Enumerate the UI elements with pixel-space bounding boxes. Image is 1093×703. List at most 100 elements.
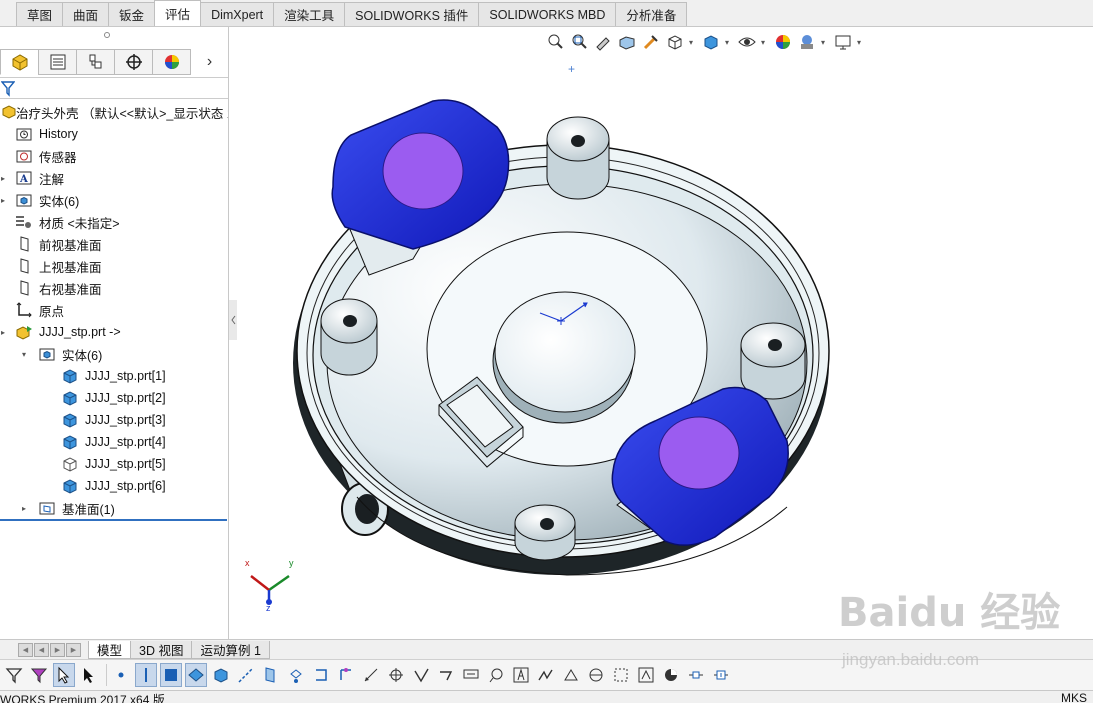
tab-motion-study[interactable]: 运动算例 1 xyxy=(191,640,270,659)
chevron-down-icon[interactable]: ▾ xyxy=(689,38,697,47)
filter-axes-button[interactable] xyxy=(235,663,257,687)
tab-3d-views[interactable]: 3D 视图 xyxy=(130,640,193,659)
tree-item-top-plane[interactable]: 上视基准面 xyxy=(0,255,228,277)
chevron-down-icon[interactable]: ▾ xyxy=(725,38,733,47)
tab-render-tools[interactable]: 渲染工具 xyxy=(273,2,346,26)
filter-sketch-segments-button[interactable] xyxy=(310,663,332,687)
tab-solidworks-mbd[interactable]: SOLIDWORKS MBD xyxy=(478,2,617,26)
tree-item-body-3[interactable]: JJJJ_stp.prt[3] xyxy=(0,409,228,431)
filter-midpoints-button[interactable] xyxy=(335,663,357,687)
tab-evaluate[interactable]: 评估 xyxy=(154,0,202,26)
filter-solid-bodies-button[interactable] xyxy=(185,663,207,687)
filter-connection-points-button[interactable] xyxy=(685,663,707,687)
tab-sketch[interactable]: 草图 xyxy=(16,2,64,26)
dynamic-annotation-button[interactable] xyxy=(641,32,661,52)
filter-weld-symbols-button[interactable] xyxy=(535,663,557,687)
tab-solidworks-addins[interactable]: SOLIDWORKS 插件 xyxy=(344,2,480,26)
select-button[interactable] xyxy=(53,663,75,687)
tree-root-part[interactable]: 治疗头外壳 （默认<<默认>_显示状态 1 xyxy=(0,101,228,123)
filter-faces-button[interactable] xyxy=(160,663,182,687)
tab-analysis-prep[interactable]: 分析准备 xyxy=(615,2,688,26)
tab-scroll-buttons: ◀ ◀ ▶ ▶ xyxy=(18,642,82,657)
panel-resize-handle[interactable] xyxy=(229,300,237,340)
configuration-manager-tab[interactable] xyxy=(76,49,116,75)
expand-arrow-icon[interactable]: ▸ xyxy=(0,173,8,183)
filter-datum-features-button[interactable] xyxy=(560,663,582,687)
tree-item-body-4[interactable]: JJJJ_stp.prt[4] xyxy=(0,431,228,453)
filter-notes-button[interactable] xyxy=(460,663,482,687)
chevron-right-icon[interactable]: › xyxy=(190,49,228,75)
tree-item-body-6[interactable]: JJJJ_stp.prt[6] xyxy=(0,475,228,497)
filter-geometric-tolerance-button[interactable] xyxy=(435,663,457,687)
filter-sketch-points-button[interactable] xyxy=(285,663,307,687)
prev-tab-icon[interactable]: ◀ xyxy=(34,642,49,657)
property-manager-tab[interactable] xyxy=(38,49,78,75)
tree-item-imported-part[interactable]: ▸ JJJJ_stp.prt -> xyxy=(0,321,228,343)
toggle-filter-button[interactable] xyxy=(28,663,50,687)
filter-text-button[interactable] xyxy=(510,663,532,687)
view-settings-button[interactable] xyxy=(833,32,853,52)
filter-blocks-button[interactable] xyxy=(635,663,657,687)
filter-cosmetic-threads-button[interactable] xyxy=(610,663,632,687)
apply-scene-button[interactable] xyxy=(797,32,817,52)
last-tab-icon[interactable]: ▶ xyxy=(66,642,81,657)
rollback-bar[interactable] xyxy=(0,519,227,521)
tree-item-part-bodies[interactable]: ▾ 实体(6) xyxy=(0,343,228,365)
edit-appearance-button[interactable] xyxy=(773,32,793,52)
tab-surfaces[interactable]: 曲面 xyxy=(62,2,110,26)
next-tab-icon[interactable]: ▶ xyxy=(50,642,65,657)
expand-arrow-icon[interactable]: ▸ xyxy=(0,195,8,205)
previous-view-button[interactable] xyxy=(593,32,613,52)
tree-item-sensors[interactable]: 传感器 xyxy=(0,145,228,167)
select-arrow-dropdown[interactable] xyxy=(78,663,100,687)
tree-item-origin[interactable]: 原点 xyxy=(0,299,228,321)
dimxpert-manager-tab[interactable] xyxy=(114,49,154,75)
chevron-down-icon[interactable]: ▾ xyxy=(821,38,829,47)
filter-edges-button[interactable] xyxy=(135,663,157,687)
feature-manager-tab[interactable] xyxy=(0,49,40,75)
collapse-arrow-icon[interactable]: ▾ xyxy=(19,349,29,359)
tree-item-body-2[interactable]: JJJJ_stp.prt[2] xyxy=(0,387,228,409)
zoom-to-fit-button[interactable] xyxy=(545,32,565,52)
filter-dimensions-button[interactable] xyxy=(360,663,382,687)
graphics-area[interactable]: x y z xyxy=(237,27,1093,639)
tree-item-material[interactable]: 材质 <未指定> xyxy=(0,211,228,233)
filter-datum-targets-button[interactable] xyxy=(585,663,607,687)
filter-planes-button[interactable] xyxy=(260,663,282,687)
tree-item-body-5[interactable]: JJJJ_stp.prt[5] xyxy=(0,453,228,475)
expand-arrow-icon[interactable]: ▸ xyxy=(19,503,29,513)
view-orientation-button[interactable] xyxy=(665,32,685,52)
tree-item-history[interactable]: History xyxy=(0,123,228,145)
filter-balloons-button[interactable] xyxy=(485,663,507,687)
tree-filter-row[interactable] xyxy=(0,77,228,99)
tree-item-solid-bodies[interactable]: ▸ 实体(6) xyxy=(0,189,228,211)
expand-arrow-icon[interactable]: ▸ xyxy=(0,327,8,337)
filter-mate-references-button[interactable] xyxy=(710,663,732,687)
selection-filter-button[interactable] xyxy=(3,663,25,687)
status-units[interactable]: MKS xyxy=(1061,691,1087,703)
filter-center-marks-button[interactable] xyxy=(385,663,407,687)
3d-model-view[interactable] xyxy=(237,27,1093,639)
tree-item-annotations[interactable]: ▸ A 注解 xyxy=(0,167,228,189)
filter-surface-finish-button[interactable] xyxy=(410,663,432,687)
display-manager-tab[interactable] xyxy=(152,49,192,75)
display-style-button[interactable] xyxy=(701,32,721,52)
tab-model[interactable]: 模型 xyxy=(88,640,132,659)
chevron-down-icon[interactable]: ▾ xyxy=(761,38,769,47)
chevron-down-icon[interactable]: ▾ xyxy=(857,38,865,47)
zoom-to-area-button[interactable] xyxy=(569,32,589,52)
tree-item-right-plane[interactable]: 右视基准面 xyxy=(0,277,228,299)
panel-splitter-handle[interactable] xyxy=(104,32,110,38)
first-tab-icon[interactable]: ◀ xyxy=(18,642,33,657)
tree-item-front-plane[interactable]: 前视基准面 xyxy=(0,233,228,255)
tab-sheet-metal[interactable]: 钣金 xyxy=(108,2,156,26)
filter-routing-points-button[interactable] xyxy=(660,663,682,687)
filter-bodies-button[interactable] xyxy=(210,663,232,687)
tab-dimxpert[interactable]: DimXpert xyxy=(200,2,275,26)
hide-show-items-button[interactable] xyxy=(737,32,757,52)
tree-item-datum-planes[interactable]: ▸ 基准面(1) xyxy=(0,497,228,519)
section-view-button[interactable] xyxy=(617,32,637,52)
filter-vertices-button[interactable] xyxy=(110,663,132,687)
tree-item-body-1[interactable]: JJJJ_stp.prt[1] xyxy=(0,365,228,387)
filter-icon[interactable] xyxy=(1,81,15,97)
